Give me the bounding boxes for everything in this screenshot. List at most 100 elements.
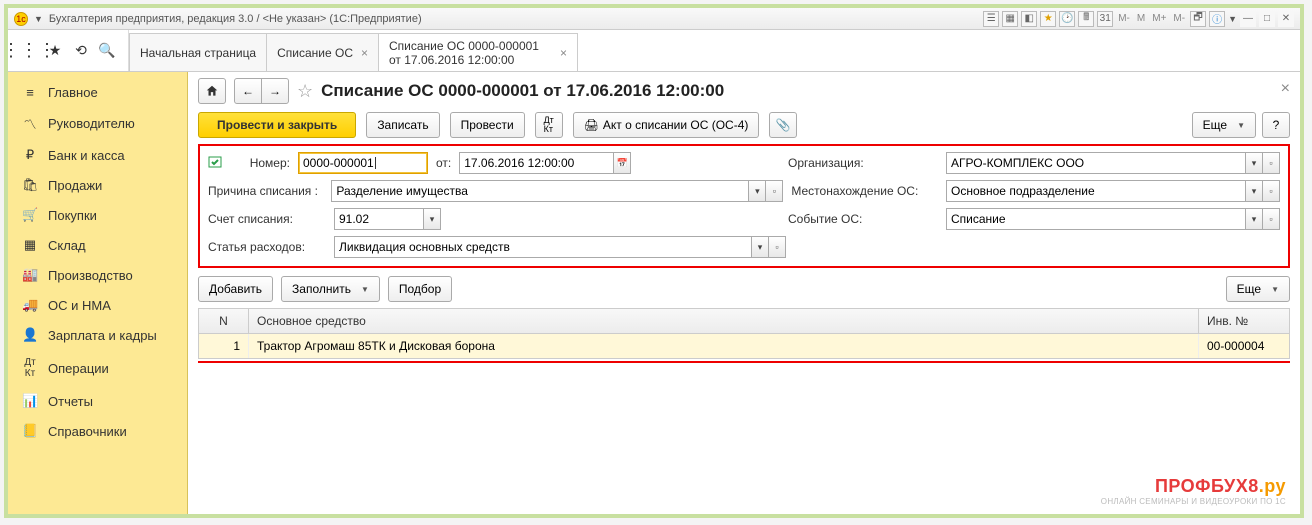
zoom-m-minus2[interactable]: M- [1171,13,1187,24]
pick-button[interactable]: Подбор [388,276,452,302]
person-icon: 👤 [22,327,38,343]
star-icon[interactable]: ★ [46,42,64,60]
toolbar-icon-1[interactable]: ☰ [983,11,999,27]
fill-button[interactable]: Заполнить [281,276,380,302]
forward-button[interactable]: → [261,78,289,104]
bag-icon: 🛍 [22,177,38,193]
tabbar: ⋮⋮⋮ ★ ⟲ 🔍 Начальная страница Списание ОС… [8,30,1300,72]
history-icon[interactable]: 🕑 [1059,11,1075,27]
info-dropdown-icon[interactable]: ▼ [1228,14,1237,24]
favorite-icon[interactable]: ★ [1040,11,1056,27]
apps-icon[interactable]: ⋮⋮⋮ [20,42,38,60]
form-toolbar: Провести и закрыть Записать Провести ДтК… [198,112,1290,138]
dtkt-button[interactable]: ДтКт [535,112,563,138]
zoom-m-minus[interactable]: M- [1116,13,1132,24]
toolbar-icon-3[interactable]: ◧ [1021,11,1037,27]
sidebar-item-bank[interactable]: ₽Банк и касса [8,140,187,170]
history-tab-icon[interactable]: ⟲ [72,42,90,60]
number-label: Номер: [232,156,290,170]
sidebar-item-salary[interactable]: 👤Зарплата и кадры [8,320,187,350]
tab-writeoff-doc[interactable]: Списание ОС 0000-000001 от 17.06.2016 12… [378,33,578,71]
dropdown-icon[interactable]: ▾ [1245,180,1263,202]
reason-label: Причина списания : [208,184,323,198]
cursor [375,157,376,169]
watermark: ПРОФБУХ8.ру ОНЛАЙН СЕМИНАРЫ И ВИДЕОУРОКИ… [1101,476,1286,506]
main-area: × ← → ☆ Списание ОС 0000-000001 от 17.06… [188,72,1300,514]
open-ref-icon[interactable]: ▫ [1262,180,1280,202]
sidebar-item-catalogs[interactable]: 📒Справочники [8,416,187,446]
table-row[interactable]: 1 Трактор Агромаш 85ТК и Дисковая борона… [199,334,1289,358]
maximize-icon[interactable]: □ [1259,11,1275,27]
cart-icon: 🛒 [22,207,38,223]
dropdown-icon[interactable]: ▾ [1245,152,1263,174]
page-close-icon[interactable]: × [1281,80,1290,98]
search-icon[interactable]: 🔍 [98,42,116,60]
sidebar-item-warehouse[interactable]: ▦Склад [8,230,187,260]
tab-home[interactable]: Начальная страница [129,33,267,71]
window-title: Бухгалтерия предприятия, редакция 3.0 / … [49,13,422,25]
dropdown-icon[interactable]: ▾ [423,208,441,230]
reason-input[interactable]: Разделение имущества ▾ ▫ [331,180,783,202]
back-button[interactable]: ← [234,78,262,104]
favorite-star-icon[interactable]: ☆ [297,81,313,102]
dropdown-icon[interactable]: ▾ [1245,208,1263,230]
sidebar-item-production[interactable]: 🏭Производство [8,260,187,290]
info-icon[interactable]: ⓘ [1209,11,1225,27]
more-button[interactable]: Еще [1192,112,1256,138]
titlebar: 1c ▼ Бухгалтерия предприятия, редакция 3… [8,8,1300,30]
calendar-icon[interactable]: 31 [1097,11,1113,27]
folder-icon: 📒 [22,423,38,439]
tabs: Начальная страница Списание ОС × Списани… [129,30,577,71]
open-ref-icon[interactable]: ▫ [1262,152,1280,174]
open-ref-icon[interactable]: ▫ [765,180,783,202]
sidebar-item-assets[interactable]: 🚚ОС и НМА [8,290,187,320]
number-input[interactable]: 0000-000001 [298,152,428,174]
table-more-button[interactable]: Еще [1226,276,1290,302]
open-ref-icon[interactable]: ▫ [768,236,786,258]
location-label: Местонахождение ОС: [791,184,938,198]
sidebar-item-purchases[interactable]: 🛒Покупки [8,200,187,230]
sidebar-item-operations[interactable]: ДтКтОперации [8,350,187,386]
chart-icon: 〽 [22,114,38,133]
tab-writeoff-list[interactable]: Списание ОС × [266,33,379,71]
sidebar-item-sales[interactable]: 🛍Продажи [8,170,187,200]
sidebar-item-reports[interactable]: 📊Отчеты [8,386,187,416]
write-button[interactable]: Записать [366,112,439,138]
print-act-button[interactable]: 🖨 Акт о списании ОС (ОС-4) [573,112,760,138]
dropdown-icon[interactable]: ▾ [748,180,766,202]
toolbar-icon-2[interactable]: ▦ [1002,11,1018,27]
windows-icon[interactable]: 🗗 [1190,11,1206,27]
printer-icon: 🖨 [584,118,599,132]
zoom-m-plus[interactable]: M+ [1150,13,1168,24]
col-n[interactable]: N [199,309,249,333]
event-input[interactable]: Списание ▾ ▫ [946,208,1280,230]
zoom-m[interactable]: M [1135,13,1147,24]
sidebar-item-main[interactable]: ≡Главное [8,78,187,107]
tab-close-icon[interactable]: × [361,46,368,60]
col-inv[interactable]: Инв. № [1199,309,1289,333]
sidebar: ≡Главное 〽Руководителю ₽Банк и касса 🛍Пр… [8,72,188,514]
attachment-button[interactable]: 📎 [769,112,797,138]
close-window-icon[interactable]: ✕ [1278,11,1294,27]
sidebar-item-manager[interactable]: 〽Руководителю [8,107,187,140]
post-button[interactable]: Провести [450,112,525,138]
date-input[interactable]: 17.06.2016 12:00:00 📅 [459,152,631,174]
home-button[interactable] [198,78,226,104]
expense-input[interactable]: Ликвидация основных средств ▾ ▫ [334,236,786,258]
tab-close-icon[interactable]: × [560,46,567,60]
open-ref-icon[interactable]: ▫ [1262,208,1280,230]
org-input[interactable]: АГРО-КОМПЛЕКС ООО ▾ ▫ [946,152,1280,174]
dtkt-icon: ДтКт [22,357,38,379]
help-button[interactable]: ? [1262,112,1290,138]
app-menu-dropdown-icon[interactable]: ▼ [34,14,43,24]
post-and-close-button[interactable]: Провести и закрыть [198,112,356,138]
add-button[interactable]: Добавить [198,276,273,302]
account-input[interactable]: 91.02 ▾ [334,208,441,230]
minimize-icon[interactable]: — [1240,11,1256,27]
location-input[interactable]: Основное подразделение ▾ ▫ [946,180,1280,202]
calc-icon[interactable]: 🖩 [1078,11,1094,27]
col-asset[interactable]: Основное средство [249,309,1199,333]
tab-label: Списание ОС [277,46,353,60]
dropdown-icon[interactable]: ▾ [751,236,769,258]
calendar-picker-icon[interactable]: 📅 [613,152,631,174]
